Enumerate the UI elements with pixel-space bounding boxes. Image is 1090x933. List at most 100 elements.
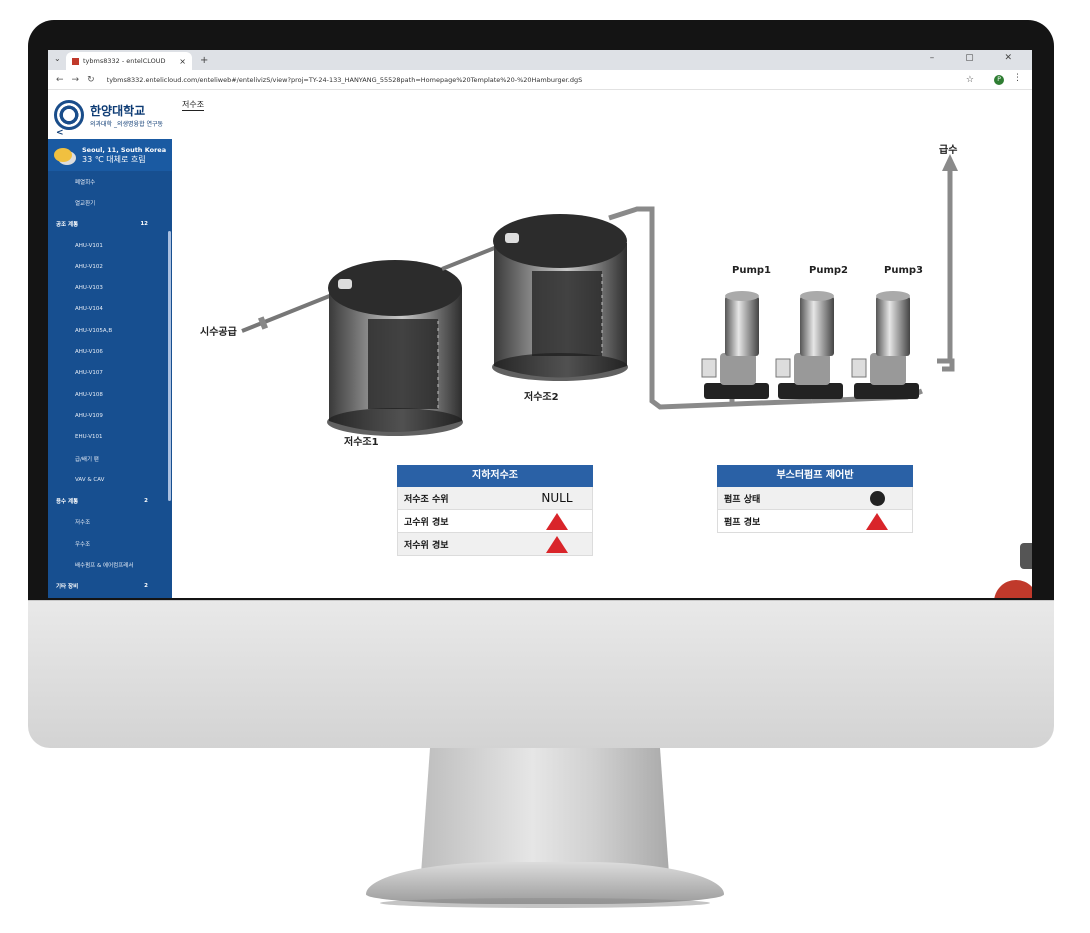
sidebar-item[interactable]: 폐열회수 <box>48 171 172 192</box>
stand-shadow <box>380 898 710 908</box>
sidebar-item[interactable]: 열교환기 <box>48 192 172 213</box>
sidebar-item-label: 우수조 <box>75 541 91 548</box>
sidebar-item-label: AHU-V104 <box>75 306 103 313</box>
close-tab-icon[interactable]: × <box>179 57 186 66</box>
sidebar-item-label: EHU-V101 <box>75 434 103 441</box>
pump-3-label: Pump3 <box>884 265 923 276</box>
tab-list-icon[interactable]: ⌄ <box>54 54 61 63</box>
weather-temp: 33 ℃ 대체로 흐림 <box>82 155 146 164</box>
sidebar-item-label: AHU-V105A,B <box>75 327 113 334</box>
status-dot-icon <box>842 490 912 506</box>
tank-2-graphic <box>492 214 628 381</box>
pump-control-panel: 부스터펌프 제어반 펌프 상태펌프 경보 <box>717 465 913 533</box>
pump-3-graphic <box>851 291 919 399</box>
sidebar-item-label: AHU-V103 <box>75 285 103 292</box>
panel-row: 펌프 경보 <box>717 510 913 533</box>
outlet-label: 급수 <box>939 145 958 156</box>
browser-menu-icon[interactable]: ⋮ <box>1013 73 1022 83</box>
inlet-label: 시수공급 <box>200 327 237 338</box>
sidebar-item-label: 급/배기 팬 <box>75 456 99 463</box>
sidebar-group-count: 12 <box>140 221 148 228</box>
reload-icon[interactable]: ↻ <box>87 75 95 85</box>
sidebar-item[interactable]: AHU-V108 <box>48 384 172 405</box>
sidebar-item-label: 용수 계통 <box>56 499 79 506</box>
pump-2-label: Pump2 <box>809 265 848 276</box>
sidebar-item-label: 폐열회수 <box>75 179 96 186</box>
sidebar-item-label: AHU-V102 <box>75 263 103 270</box>
partly-cloudy-icon <box>54 148 72 162</box>
pump-1-graphic <box>701 291 769 399</box>
pump-1-label: Pump1 <box>732 265 771 276</box>
panel-row-label: 펌프 경보 <box>724 517 761 528</box>
back-icon[interactable]: ← <box>56 75 64 85</box>
screen: ⌄ tybms8332 - entelCLOUD × + – ▢ ✕ ← → ↻… <box>48 50 1032 598</box>
sidebar-item[interactable]: AHU-V102 <box>48 256 172 277</box>
sidebar-item[interactable]: AHU-V104 <box>48 299 172 320</box>
sidebar-item-label: 저수조 <box>75 520 91 527</box>
sidebar-item[interactable]: 배수펌프 & 에어컴프레서 <box>48 554 172 575</box>
favicon-icon <box>72 57 79 65</box>
sidebar-item[interactable]: 급/배기 팬 <box>48 448 172 469</box>
sidebar-group[interactable]: 용수 계통 2 <box>48 490 172 511</box>
sidebar-item[interactable]: AHU-V101 <box>48 235 172 256</box>
sidebar-collapse-button[interactable]: < <box>56 128 64 138</box>
profile-avatar[interactable]: P <box>994 75 1004 85</box>
sidebar-item[interactable]: VAV & CAV <box>48 469 172 490</box>
university-seal-icon <box>54 100 84 130</box>
sidebar-item-label: VAV & CAV <box>75 476 105 483</box>
sidebar-group-count: 2 <box>144 498 148 505</box>
url-field[interactable]: tybms8332.entelicloud.com/enteliweb#/ent… <box>107 76 667 84</box>
panel-row: 펌프 상태 <box>717 487 913 510</box>
sidebar-item-label: 공조 계통 <box>56 222 79 229</box>
panel-row-value: NULL <box>541 491 573 505</box>
sidebar-item[interactable]: 우수조 <box>48 533 172 554</box>
logo-area: 한양대학교 의과대학 _의생명융합 연구동 < <box>48 91 172 139</box>
bookmark-star-icon[interactable]: ☆ <box>966 75 974 85</box>
new-tab-button[interactable]: + <box>200 55 208 66</box>
sidebar-item[interactable]: AHU-V109 <box>48 405 172 426</box>
panel-row-label: 저수조 수위 <box>404 494 449 505</box>
panel-row-label: 펌프 상태 <box>724 494 761 505</box>
window-controls[interactable]: – ▢ ✕ <box>930 53 1026 63</box>
monitor-mockup: ⌄ tybms8332 - entelCLOUD × + – ▢ ✕ ← → ↻… <box>0 0 1090 933</box>
sidebar-item[interactable]: AHU-V105A,B <box>48 320 172 341</box>
sidebar-item-label: AHU-V106 <box>75 349 103 356</box>
alarm-icon <box>546 535 568 553</box>
sidebar-scrollbar[interactable] <box>168 231 171 501</box>
sidebar-group[interactable]: 기타 장비 2 <box>48 576 172 597</box>
sidebar-item-label: 열교환기 <box>75 200 96 207</box>
forward-icon[interactable]: → <box>72 75 80 85</box>
weather-location: Seoul, 11, South Korea <box>82 146 167 154</box>
tab-title: tybms8332 - entelCLOUD <box>83 57 166 65</box>
alarm-icon <box>866 512 888 530</box>
browser-tab-bar: ⌄ tybms8332 - entelCLOUD × + – ▢ ✕ <box>48 50 1032 70</box>
sidebar-item-label: 배수펌프 & 에어컴프레서 <box>75 562 134 569</box>
logo-subtitle: 의과대학 _의생명융합 연구동 <box>90 121 164 128</box>
sidebar-item-label: AHU-V109 <box>75 412 103 419</box>
panel-row: 고수위 경보 <box>397 510 593 533</box>
sidebar-item[interactable]: AHU-V106 <box>48 341 172 362</box>
address-bar: ← → ↻ tybms8332.entelicloud.com/enteliwe… <box>48 70 1032 90</box>
status-indicator-icon <box>869 490 885 506</box>
sidebar-item-label: AHU-V108 <box>75 391 103 398</box>
tank-1-graphic <box>327 260 463 436</box>
sidebar-item-label: AHU-V101 <box>75 242 103 249</box>
tank-1-label: 저수조1 <box>344 437 379 448</box>
browser-tab[interactable]: tybms8332 - entelCLOUD × <box>66 52 192 70</box>
main-canvas: 저수조 시수공급 급수 저수조1 저수조2 Pump1 Pump2 Pump3 … <box>172 91 1032 598</box>
sidebar-item[interactable]: EHU-V101 <box>48 427 172 448</box>
sidebar-group[interactable]: 공조 계통 12 <box>48 214 172 235</box>
sidebar-item[interactable]: AHU-V107 <box>48 363 172 384</box>
logo-title: 한양대학교 <box>90 104 146 118</box>
sidebar-item[interactable]: 저수조 <box>48 512 172 533</box>
sidebar-menu: 폐열회수열교환기공조 계통 12 AHU-V101 AHU-V102 AHU-V103 A… <box>48 171 172 597</box>
sidebar-item[interactable]: AHU-V103 <box>48 277 172 298</box>
pump-2-graphic <box>775 291 843 399</box>
alarm-triangle-icon <box>522 512 592 530</box>
panel-row: 저수조 수위 NULL <box>397 487 593 510</box>
side-toggle-button[interactable] <box>1020 543 1032 569</box>
sidebar: 한양대학교 의과대학 _의생명융합 연구동 < Seoul, 11, South… <box>48 91 172 598</box>
tank-2-label: 저수조2 <box>524 392 559 403</box>
panel-row-label: 고수위 경보 <box>404 517 449 528</box>
pump-panel-title: 부스터펌프 제어반 <box>717 465 913 487</box>
